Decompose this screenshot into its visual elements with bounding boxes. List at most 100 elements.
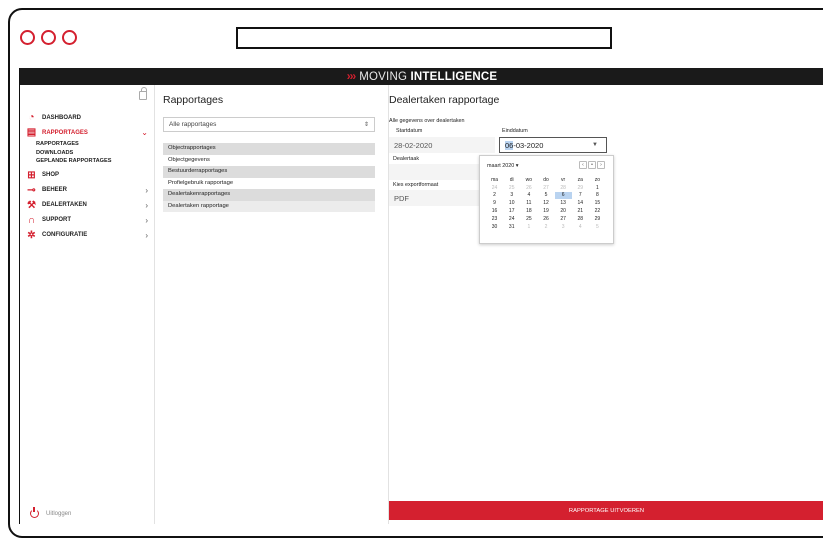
sidebar-item-support[interactable]: ∩ SUPPORT ›: [26, 213, 154, 228]
calendar-day[interactable]: 1: [589, 184, 606, 192]
calendar-day[interactable]: 13: [555, 199, 572, 207]
calendar-day[interactable]: 3: [555, 223, 572, 231]
chevron-right-icon: ›: [145, 185, 148, 195]
calendar-day[interactable]: 4: [572, 223, 589, 231]
calendar-month-select[interactable]: maart 2020 ▾: [487, 163, 518, 169]
logout-button[interactable]: Uitloggen: [30, 507, 71, 518]
sidebar-item-label: DEALERTAKEN: [42, 202, 87, 208]
calendar-day[interactable]: 28: [555, 184, 572, 192]
sidebar-item-label: SHOP: [42, 172, 60, 178]
calendar-day[interactable]: 12: [537, 199, 554, 207]
report-item-profielgebruik[interactable]: Profielgebruik rapportage: [163, 178, 375, 190]
calendar-day[interactable]: 30: [486, 223, 503, 231]
calendar-day[interactable]: 22: [589, 207, 606, 215]
report-filter-select[interactable]: Alle rapportages ⇕: [163, 117, 375, 132]
address-bar[interactable]: [236, 27, 612, 49]
sidebar-item-rapportages[interactable]: ▤ RAPPORTAGES ⌄: [26, 125, 154, 140]
sidebar-subitem-rapportages[interactable]: RAPPORTAGES: [36, 140, 154, 149]
calendar-day[interactable]: 31: [503, 223, 520, 231]
sidebar-subitem-geplande-rapportages[interactable]: GEPLANDE RAPPORTAGES: [36, 157, 154, 166]
calendar-day[interactable]: 7: [572, 192, 589, 200]
report-item-objectgegevens[interactable]: Objectgegevens: [163, 155, 375, 167]
calendar-day[interactable]: 29: [589, 215, 606, 223]
maximize-dot-icon[interactable]: [62, 30, 77, 45]
calendar-day[interactable]: 11: [520, 199, 537, 207]
minimize-dot-icon[interactable]: [41, 30, 56, 45]
export-format-value: PDF: [394, 193, 409, 203]
calendar-day[interactable]: 9: [486, 199, 503, 207]
calendar-day[interactable]: 5: [537, 192, 554, 200]
start-date-value: 28-02-2020: [394, 140, 433, 150]
chevron-right-icon: ›: [145, 230, 148, 240]
calendar-day[interactable]: 15: [589, 199, 606, 207]
today-icon[interactable]: •: [588, 161, 596, 169]
calendar-day[interactable]: 26: [520, 184, 537, 192]
calendar-day[interactable]: 19: [537, 207, 554, 215]
reports-panel: Rapportages Alle rapportages ⇕ Objectrap…: [155, 85, 389, 524]
calendar-day[interactable]: 25: [520, 215, 537, 223]
calendar-day-selected[interactable]: 6: [554, 191, 572, 200]
calendar-day[interactable]: 5: [589, 223, 606, 231]
weekday-header: vr: [561, 176, 566, 183]
sidebar: ◔ DASHBOARD ▤ RAPPORTAGES ⌄ RAPPORTAGES …: [20, 85, 155, 524]
calendar-day[interactable]: 20: [555, 207, 572, 215]
sidebar-item-dashboard[interactable]: ◔ DASHBOARD: [26, 110, 154, 125]
end-date-field[interactable]: 06 -03-2020 ▼: [499, 137, 607, 153]
report-item-dealertaken[interactable]: Dealertaken rapportage: [163, 200, 375, 212]
sidebar-item-configuratie[interactable]: ✲ CONFIGURATIE ›: [26, 228, 154, 243]
calendar-day[interactable]: 14: [572, 199, 589, 207]
sidebar-item-dealertaken[interactable]: ⚒ DEALERTAKEN ›: [26, 198, 154, 213]
start-date-label: Startdatum: [396, 128, 423, 134]
sidebar-nav: ◔ DASHBOARD ▤ RAPPORTAGES ⌄ RAPPORTAGES …: [26, 110, 154, 243]
calendar-day[interactable]: 10: [503, 199, 520, 207]
prev-month-icon[interactable]: ‹: [579, 161, 587, 169]
next-month-icon[interactable]: ›: [597, 161, 605, 169]
weekday-header: di: [509, 176, 514, 183]
end-date-day-selected: 06: [505, 140, 514, 150]
calendar-day[interactable]: 27: [555, 215, 572, 223]
calendar-day[interactable]: 4: [520, 192, 537, 200]
report-group-bestuurderrapportages: Bestuurderrapportages: [163, 166, 375, 178]
calendar-day[interactable]: 2: [486, 192, 503, 200]
calendar-grid: ma di wo do vr za zo 24 25 26 27 28 29 1 2 3 4 5 6 7 8 9 10 11 1…: [486, 176, 606, 231]
calendar-day[interactable]: 3: [503, 192, 520, 200]
calendar-day[interactable]: 26: [537, 215, 554, 223]
dealer-task-label: Dealertaak: [393, 156, 420, 162]
weekday-header: zo: [594, 176, 601, 183]
key-icon: ⊸: [27, 184, 36, 196]
calendar-day[interactable]: 2: [537, 223, 554, 231]
calendar-day[interactable]: 25: [503, 184, 520, 192]
weekday-header: do: [543, 176, 549, 183]
close-dot-icon[interactable]: [20, 30, 35, 45]
calendar-day[interactable]: 8: [589, 192, 606, 200]
chevron-down-icon: ⌄: [141, 128, 148, 137]
sidebar-item-beheer[interactable]: ⊸ BEHEER ›: [26, 183, 154, 198]
date-picker: maart 2020 ▾ ‹ • › ma di wo do vr za zo 24 25 26 2…: [479, 155, 614, 244]
calendar-day[interactable]: 21: [572, 207, 589, 215]
gauge-icon: ◔: [28, 112, 35, 123]
top-bar: ››› MOVING INTELLIGENCE: [20, 68, 823, 85]
calendar-day[interactable]: 24: [486, 184, 503, 192]
calendar-day[interactable]: 18: [520, 207, 537, 215]
report-group-objectrapportages: Objectrapportages: [163, 143, 375, 155]
start-date-field[interactable]: 28-02-2020: [389, 137, 495, 153]
gear-icon: ✲: [27, 229, 36, 241]
brand-logo: ››› MOVING INTELLIGENCE: [347, 71, 498, 83]
report-filter-value: Alle rapportages: [169, 121, 217, 128]
calendar-day[interactable]: 24: [503, 215, 520, 223]
dropdown-arrow-icon[interactable]: ▼: [592, 142, 598, 148]
brand-name-bold: INTELLIGENCE: [410, 70, 498, 83]
sidebar-item-shop[interactable]: ⊞ SHOP: [26, 168, 154, 183]
calendar-day[interactable]: 28: [572, 215, 589, 223]
brand-name-thin: MOVING: [359, 70, 408, 83]
weekday-header: ma: [491, 176, 499, 183]
calendar-day[interactable]: 29: [572, 184, 589, 192]
lock-icon[interactable]: [139, 87, 147, 100]
calendar-day[interactable]: 1: [520, 223, 537, 231]
sidebar-subitem-downloads[interactable]: DOWNLOADS: [36, 149, 154, 158]
calendar-day[interactable]: 16: [486, 207, 503, 215]
calendar-day[interactable]: 17: [503, 207, 520, 215]
run-report-button[interactable]: RAPPORTAGE UITVOEREN: [389, 501, 823, 520]
calendar-day[interactable]: 23: [486, 215, 503, 223]
calendar-day[interactable]: 27: [537, 184, 554, 192]
